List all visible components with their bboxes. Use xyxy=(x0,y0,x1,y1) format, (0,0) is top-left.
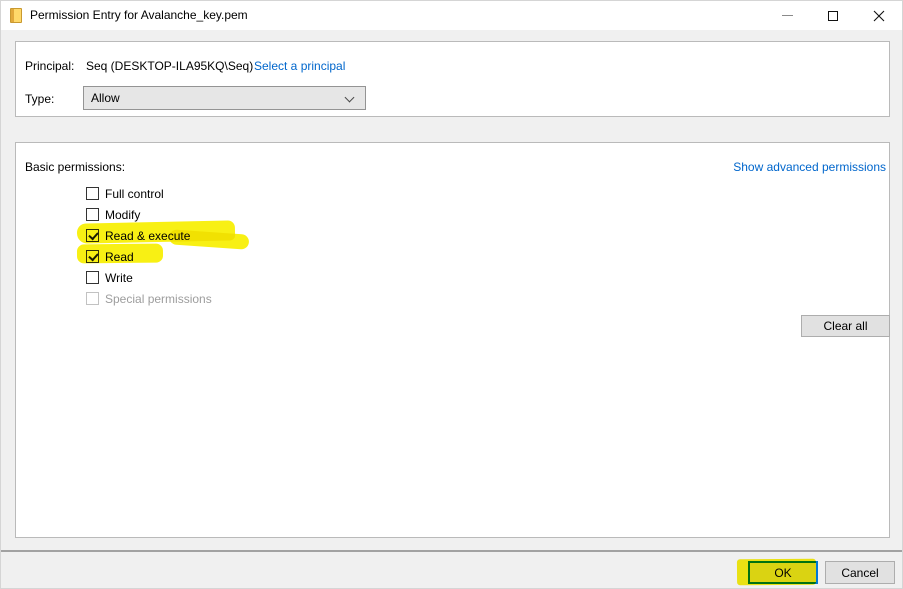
minimize-button[interactable] xyxy=(764,1,810,30)
close-button[interactable] xyxy=(856,1,902,30)
type-dropdown-value: Allow xyxy=(91,91,120,105)
permission-row-modify: Modify xyxy=(86,204,212,225)
show-advanced-permissions-link[interactable]: Show advanced permissions xyxy=(733,160,886,174)
permission-label: Full control xyxy=(105,187,164,201)
permission-row-special: Special permissions xyxy=(86,288,212,309)
basic-permissions-label: Basic permissions: xyxy=(25,160,125,174)
ok-button[interactable]: OK xyxy=(748,561,818,584)
permission-label: Read xyxy=(105,250,134,264)
maximize-icon xyxy=(828,11,838,21)
permission-list: Full control Modify Read & execute Read … xyxy=(86,183,212,309)
window-title: Permission Entry for Avalanche_key.pem xyxy=(30,8,248,22)
type-dropdown[interactable]: Allow xyxy=(83,86,366,110)
permission-label: Read & execute xyxy=(105,229,190,243)
permission-entry-dialog: Permission Entry for Avalanche_key.pem P… xyxy=(0,0,903,589)
read-execute-checkbox[interactable] xyxy=(86,229,99,242)
special-permissions-checkbox xyxy=(86,292,99,305)
permission-row-full-control: Full control xyxy=(86,183,212,204)
permission-row-read-execute: Read & execute xyxy=(86,225,212,246)
folder-icon xyxy=(10,8,22,23)
minimize-icon xyxy=(782,15,793,16)
permission-row-read: Read xyxy=(86,246,212,267)
select-principal-link[interactable]: Select a principal xyxy=(254,59,345,73)
permission-label: Write xyxy=(105,271,133,285)
maximize-button[interactable] xyxy=(810,1,856,30)
write-checkbox[interactable] xyxy=(86,271,99,284)
chevron-down-icon xyxy=(345,93,355,103)
type-label: Type: xyxy=(25,92,54,106)
close-icon xyxy=(873,10,885,22)
titlebar: Permission Entry for Avalanche_key.pem xyxy=(1,1,902,30)
principal-label: Principal: xyxy=(25,59,74,73)
read-checkbox[interactable] xyxy=(86,250,99,263)
clear-all-button[interactable]: Clear all xyxy=(801,315,890,337)
permission-label: Special permissions xyxy=(105,292,212,306)
footer-divider xyxy=(1,550,903,552)
permission-label: Modify xyxy=(105,208,140,222)
full-control-checkbox[interactable] xyxy=(86,187,99,200)
permission-row-write: Write xyxy=(86,267,212,288)
cancel-button[interactable]: Cancel xyxy=(825,561,895,584)
principal-value: Seq (DESKTOP-ILA95KQ\Seq) xyxy=(86,59,253,73)
modify-checkbox[interactable] xyxy=(86,208,99,221)
